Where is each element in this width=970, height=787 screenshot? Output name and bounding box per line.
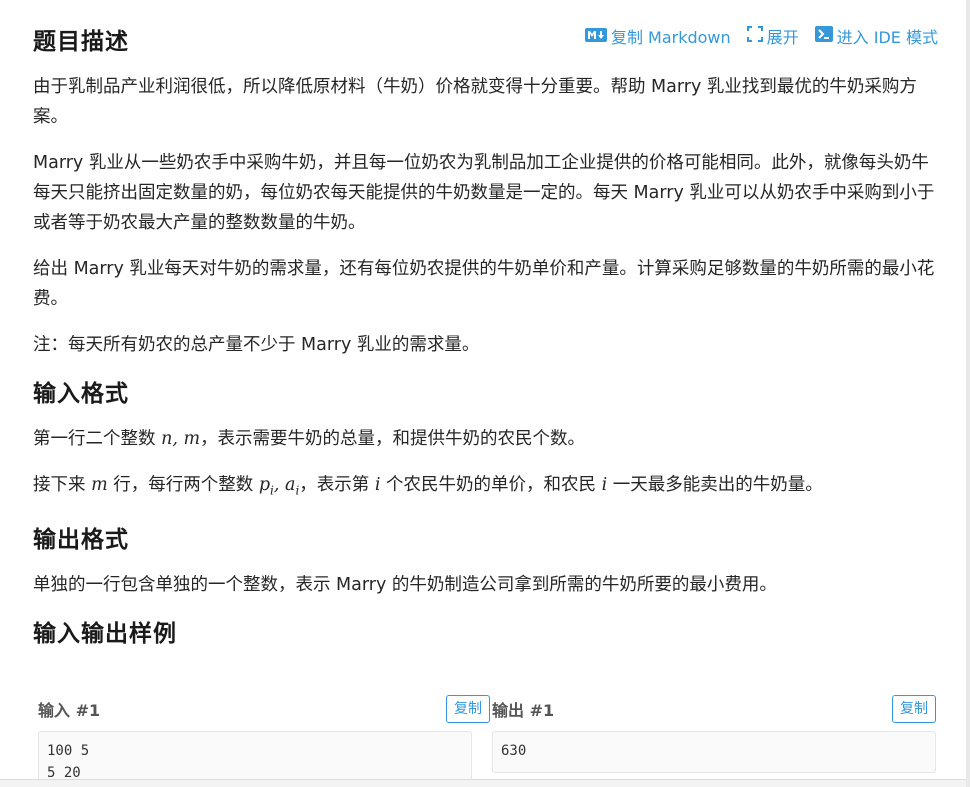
input-format-line-2: 接下来 m 行，每行两个整数 pi, ai，表示第 i 个农民牛奶的单价，和农民… [33, 475, 823, 498]
problem-page: 题目描述 复制 Markdown 展开 进入 IDE 模式 由于乳制品产业利润很… [0, 0, 966, 787]
expand-icon [746, 26, 763, 46]
page-title: 题目描述 [33, 29, 129, 55]
copy-output-button[interactable]: 复制 [892, 695, 936, 723]
description-paragraph-1: 由于乳制品产业利润很低，所以降低原材料（牛奶）价格就变得十分重要。帮助 Marr… [33, 77, 917, 127]
description-note: 注：每天所有奶农的总产量不少于 Marry 乳业的需求量。 [33, 335, 480, 355]
description-paragraph-3: 给出 Marry 乳业每天对牛奶的需求量，还有每位奶农提供的牛奶单价和产量。计算… [33, 259, 935, 309]
copy-markdown-button[interactable]: 复制 Markdown [584, 24, 731, 48]
copy-markdown-label: 复制 Markdown [610, 28, 731, 47]
sample-output-box[interactable]: 630 [492, 731, 936, 773]
header-actions: 复制 Markdown 展开 进入 IDE 模式 [584, 24, 938, 48]
math-n-m: n, m [161, 429, 201, 449]
input-format-heading: 输入格式 [33, 381, 129, 407]
copy-input-button[interactable]: 复制 [446, 695, 490, 723]
problem-header: 题目描述 复制 Markdown 展开 进入 IDE 模式 [33, 22, 938, 55]
sample-input-label: 输入 #1 [38, 701, 101, 720]
bottom-divider [0, 779, 966, 787]
samples-heading: 输入输出样例 [33, 620, 177, 647]
markdown-icon [584, 27, 607, 46]
expand-button[interactable]: 展开 [746, 24, 799, 48]
sample-output-label: 输出 #1 [492, 701, 555, 720]
expand-label: 展开 [766, 28, 799, 47]
problem-content: 由于乳制品产业利润很低，所以降低原材料（牛奶）价格就变得十分重要。帮助 Marr… [33, 72, 943, 664]
output-format-text: 单独的一行包含单独的一个整数，表示 Marry 的牛奶制造公司拿到所需的牛奶所要… [33, 574, 777, 595]
description-paragraph-2: Marry 乳业从一些奶农手中采购牛奶，并且每一位奶农为乳制品加工企业提供的价格… [33, 153, 935, 233]
ide-mode-label: 进入 IDE 模式 [836, 28, 938, 47]
input-format-line-1: 第一行二个整数 n, m，表示需要牛奶的总量，和提供牛奶的农民个数。 [33, 429, 586, 449]
output-format-heading: 输出格式 [33, 526, 129, 553]
terminal-icon [814, 26, 833, 46]
scrollbar[interactable] [966, 0, 970, 787]
ide-mode-button[interactable]: 进入 IDE 模式 [814, 24, 938, 48]
math-p-i: pi, ai [258, 475, 300, 498]
